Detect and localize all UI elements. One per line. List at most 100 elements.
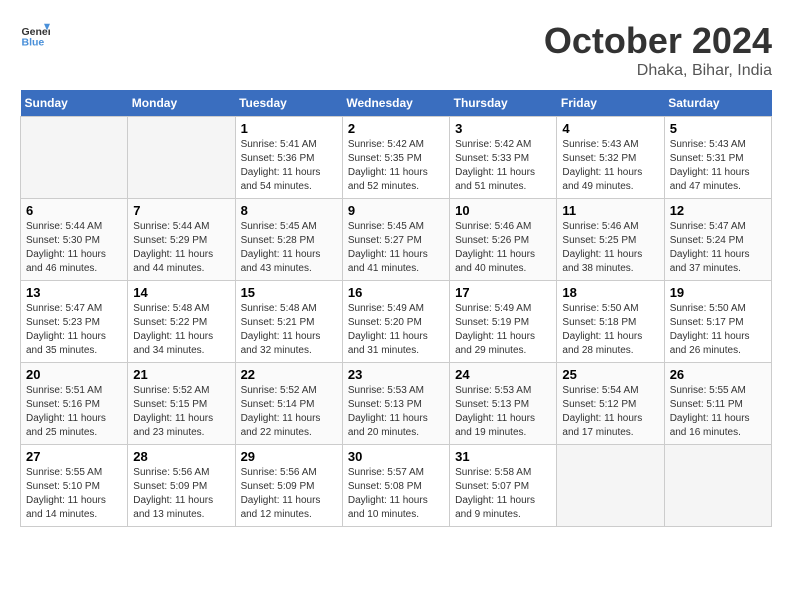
calendar-week: 20 Sunrise: 5:51 AMSunset: 5:16 PMDayligh… — [21, 363, 772, 445]
day-info: Sunrise: 5:42 AMSunset: 5:33 PMDaylight:… — [455, 138, 551, 194]
page-header: General Blue October 2024 Dhaka, Bihar, … — [20, 20, 772, 80]
day-number: 27 — [26, 449, 122, 464]
day-info: Sunrise: 5:53 AMSunset: 5:13 PMDaylight:… — [455, 384, 551, 440]
weekday-header: Thursday — [450, 90, 557, 117]
calendar-week: 13 Sunrise: 5:47 AMSunset: 5:23 PMDayligh… — [21, 281, 772, 363]
title-block: October 2024 Dhaka, Bihar, India — [544, 20, 772, 80]
day-info: Sunrise: 5:50 AMSunset: 5:18 PMDaylight:… — [562, 302, 658, 358]
day-number: 14 — [133, 285, 229, 300]
day-number: 4 — [562, 121, 658, 136]
weekday-header: Saturday — [664, 90, 771, 117]
day-info: Sunrise: 5:53 AMSunset: 5:13 PMDaylight:… — [348, 384, 444, 440]
calendar-day: 16 Sunrise: 5:49 AMSunset: 5:20 PMDayligh… — [342, 281, 449, 363]
day-info: Sunrise: 5:44 AMSunset: 5:30 PMDaylight:… — [26, 220, 122, 276]
day-number: 1 — [241, 121, 337, 136]
calendar-day: 26Sunrise: 5:55 AMSunset: 5:11 PMDayligh… — [664, 363, 771, 445]
day-info: Sunrise: 5:45 AMSunset: 5:28 PMDaylight:… — [241, 220, 337, 276]
day-info: Sunrise: 5:55 AMSunset: 5:10 PMDaylight:… — [26, 466, 122, 522]
calendar-day: 3 Sunrise: 5:42 AMSunset: 5:33 PMDaylight… — [450, 117, 557, 199]
day-number: 16 — [348, 285, 444, 300]
day-number: 9 — [348, 203, 444, 218]
day-number: 28 — [133, 449, 229, 464]
calendar-day: 28 Sunrise: 5:56 AMSunset: 5:09 PMDayligh… — [128, 445, 235, 527]
day-info: Sunrise: 5:47 AMSunset: 5:24 PMDaylight:… — [670, 220, 766, 276]
day-number: 24 — [455, 367, 551, 382]
day-info: Sunrise: 5:56 AMSunset: 5:09 PMDaylight:… — [241, 466, 337, 522]
day-info: Sunrise: 5:54 AMSunset: 5:12 PMDaylight:… — [562, 384, 658, 440]
day-number: 6 — [26, 203, 122, 218]
calendar-day: 21Sunrise: 5:52 AMSunset: 5:15 PMDayligh… — [128, 363, 235, 445]
day-info: Sunrise: 5:56 AMSunset: 5:09 PMDaylight:… — [133, 466, 229, 522]
day-number: 3 — [455, 121, 551, 136]
calendar-day: 12 Sunrise: 5:47 AMSunset: 5:24 PMDayligh… — [664, 199, 771, 281]
day-number: 19 — [670, 285, 766, 300]
calendar-day: 15 Sunrise: 5:48 AMSunset: 5:21 PMDayligh… — [235, 281, 342, 363]
calendar-day: 31 Sunrise: 5:58 AMSunset: 5:07 PMDayligh… — [450, 445, 557, 527]
day-number: 5 — [670, 121, 766, 136]
calendar-day: 20 Sunrise: 5:51 AMSunset: 5:16 PMDayligh… — [21, 363, 128, 445]
calendar-day: 18 Sunrise: 5:50 AMSunset: 5:18 PMDayligh… — [557, 281, 664, 363]
day-number: 13 — [26, 285, 122, 300]
calendar-day: 8Sunrise: 5:45 AMSunset: 5:28 PMDaylight… — [235, 199, 342, 281]
day-info: Sunrise: 5:52 AMSunset: 5:14 PMDaylight:… — [241, 384, 337, 440]
day-info: Sunrise: 5:51 AMSunset: 5:16 PMDaylight:… — [26, 384, 122, 440]
calendar-week: 6 Sunrise: 5:44 AMSunset: 5:30 PMDaylight… — [21, 199, 772, 281]
calendar-day: 1 Sunrise: 5:41 AMSunset: 5:36 PMDaylight… — [235, 117, 342, 199]
day-info: Sunrise: 5:41 AMSunset: 5:36 PMDaylight:… — [241, 138, 337, 194]
day-info: Sunrise: 5:44 AMSunset: 5:29 PMDaylight:… — [133, 220, 229, 276]
calendar-day: 5 Sunrise: 5:43 AMSunset: 5:31 PMDaylight… — [664, 117, 771, 199]
day-info: Sunrise: 5:49 AMSunset: 5:20 PMDaylight:… — [348, 302, 444, 358]
day-number: 15 — [241, 285, 337, 300]
day-info: Sunrise: 5:46 AMSunset: 5:25 PMDaylight:… — [562, 220, 658, 276]
weekday-header: Monday — [128, 90, 235, 117]
calendar-day: 9Sunrise: 5:45 AMSunset: 5:27 PMDaylight… — [342, 199, 449, 281]
logo: General Blue — [20, 20, 50, 50]
day-info: Sunrise: 5:42 AMSunset: 5:35 PMDaylight:… — [348, 138, 444, 194]
day-number: 21 — [133, 367, 229, 382]
day-info: Sunrise: 5:50 AMSunset: 5:17 PMDaylight:… — [670, 302, 766, 358]
weekday-header: Tuesday — [235, 90, 342, 117]
calendar-day: 10 Sunrise: 5:46 AMSunset: 5:26 PMDayligh… — [450, 199, 557, 281]
day-number: 12 — [670, 203, 766, 218]
calendar-day: 23 Sunrise: 5:53 AMSunset: 5:13 PMDayligh… — [342, 363, 449, 445]
calendar-day: 6 Sunrise: 5:44 AMSunset: 5:30 PMDaylight… — [21, 199, 128, 281]
calendar-day — [128, 117, 235, 199]
calendar-day — [664, 445, 771, 527]
weekday-header: Sunday — [21, 90, 128, 117]
weekday-header: Wednesday — [342, 90, 449, 117]
calendar-day — [21, 117, 128, 199]
day-number: 25 — [562, 367, 658, 382]
calendar-day: 30Sunrise: 5:57 AMSunset: 5:08 PMDayligh… — [342, 445, 449, 527]
svg-text:Blue: Blue — [22, 37, 45, 49]
day-number: 17 — [455, 285, 551, 300]
calendar-day: 24 Sunrise: 5:53 AMSunset: 5:13 PMDayligh… — [450, 363, 557, 445]
day-number: 22 — [241, 367, 337, 382]
day-info: Sunrise: 5:43 AMSunset: 5:32 PMDaylight:… — [562, 138, 658, 194]
day-info: Sunrise: 5:48 AMSunset: 5:21 PMDaylight:… — [241, 302, 337, 358]
day-number: 26 — [670, 367, 766, 382]
day-info: Sunrise: 5:58 AMSunset: 5:07 PMDaylight:… — [455, 466, 551, 522]
day-number: 11 — [562, 203, 658, 218]
weekday-header-row: SundayMondayTuesdayWednesdayThursdayFrid… — [21, 90, 772, 117]
calendar-week: 1 Sunrise: 5:41 AMSunset: 5:36 PMDaylight… — [21, 117, 772, 199]
day-number: 20 — [26, 367, 122, 382]
day-info: Sunrise: 5:57 AMSunset: 5:08 PMDaylight:… — [348, 466, 444, 522]
calendar-day: 4 Sunrise: 5:43 AMSunset: 5:32 PMDaylight… — [557, 117, 664, 199]
day-info: Sunrise: 5:47 AMSunset: 5:23 PMDaylight:… — [26, 302, 122, 358]
day-number: 18 — [562, 285, 658, 300]
day-number: 2 — [348, 121, 444, 136]
calendar-table: SundayMondayTuesdayWednesdayThursdayFrid… — [20, 90, 772, 527]
day-number: 31 — [455, 449, 551, 464]
calendar-day: 25 Sunrise: 5:54 AMSunset: 5:12 PMDayligh… — [557, 363, 664, 445]
location: Dhaka, Bihar, India — [544, 62, 772, 80]
day-number: 10 — [455, 203, 551, 218]
day-info: Sunrise: 5:43 AMSunset: 5:31 PMDaylight:… — [670, 138, 766, 194]
day-number: 23 — [348, 367, 444, 382]
calendar-day — [557, 445, 664, 527]
calendar-day: 7Sunrise: 5:44 AMSunset: 5:29 PMDaylight… — [128, 199, 235, 281]
day-info: Sunrise: 5:48 AMSunset: 5:22 PMDaylight:… — [133, 302, 229, 358]
logo-icon: General Blue — [20, 20, 50, 50]
calendar-day: 17Sunrise: 5:49 AMSunset: 5:19 PMDayligh… — [450, 281, 557, 363]
calendar-day: 2 Sunrise: 5:42 AMSunset: 5:35 PMDaylight… — [342, 117, 449, 199]
day-info: Sunrise: 5:46 AMSunset: 5:26 PMDaylight:… — [455, 220, 551, 276]
